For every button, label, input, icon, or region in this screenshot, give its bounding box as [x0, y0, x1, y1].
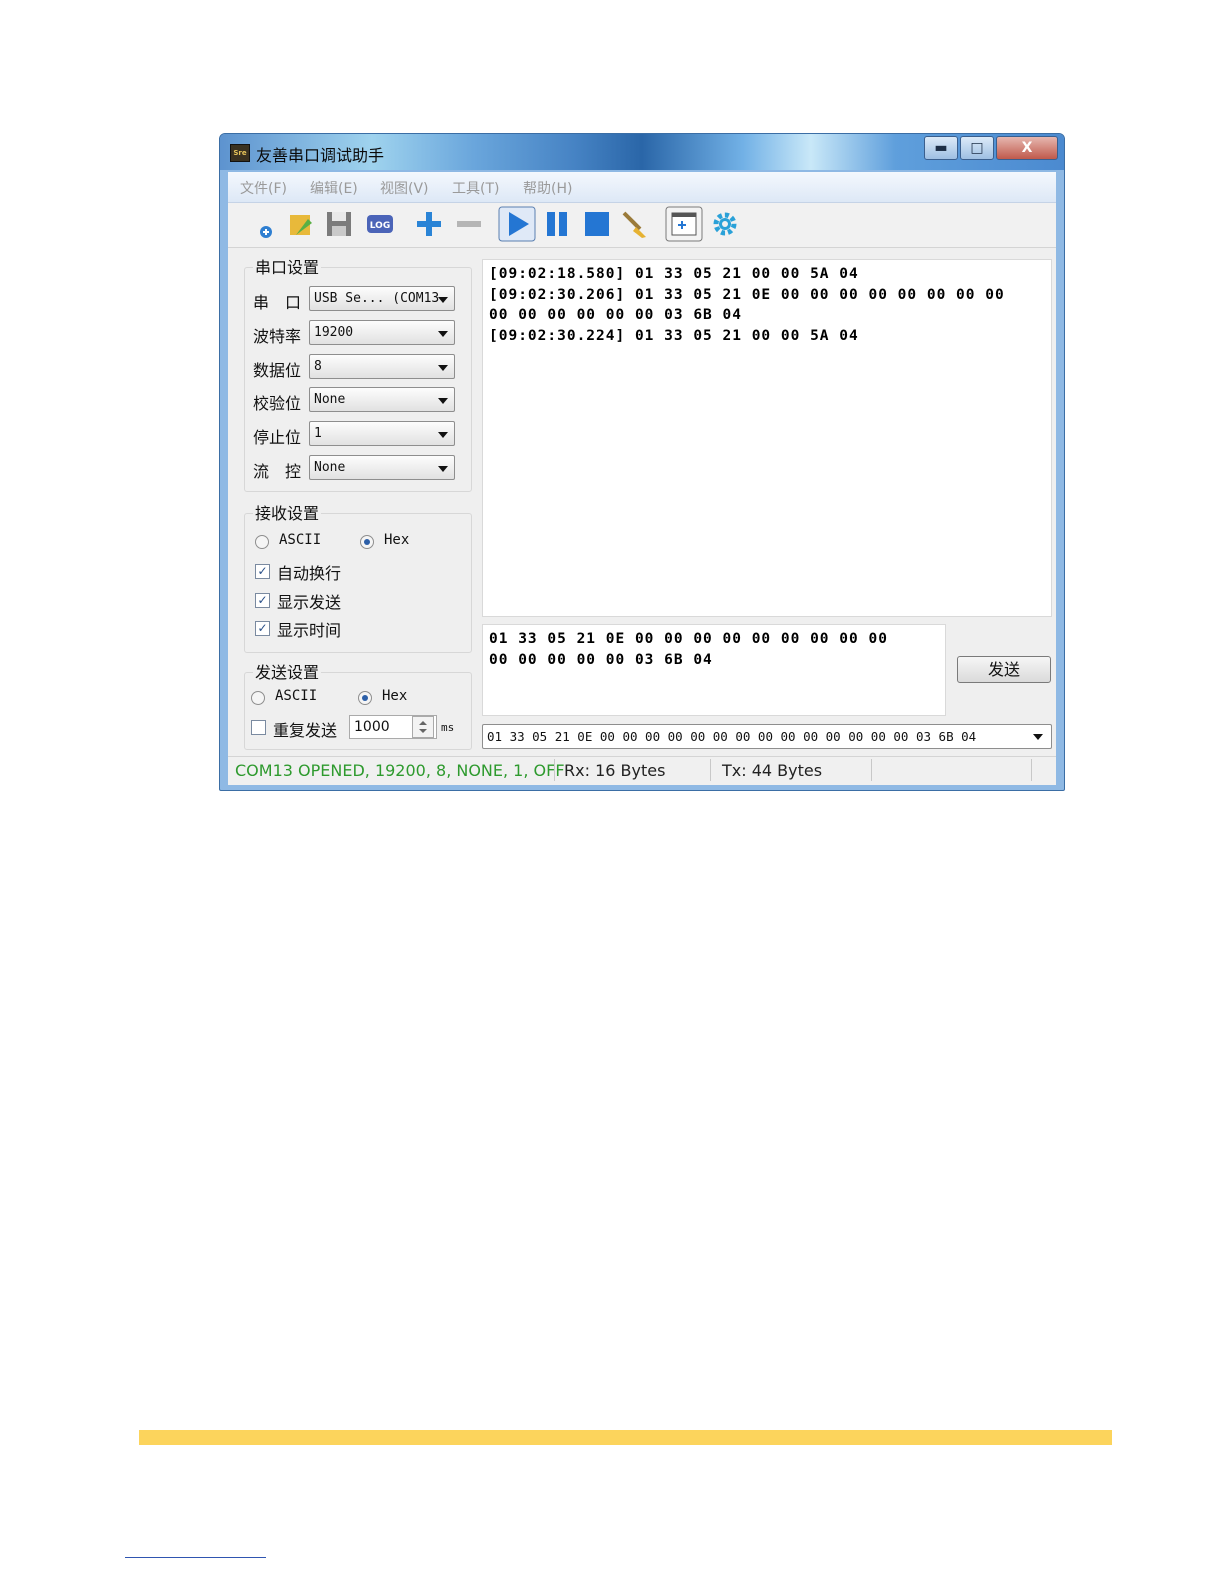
send-settings-group: 发送设置 ASCII Hex 重复发送 1000 ms — [244, 659, 472, 750]
clear-broom-icon[interactable] — [620, 209, 650, 239]
send-hex-radio[interactable] — [358, 691, 372, 705]
data-bits-label: 数据位 — [253, 361, 302, 380]
status-divider — [871, 759, 872, 781]
receive-settings-title: 接收设置 — [253, 500, 322, 524]
stop-bits-select[interactable]: 1 — [309, 421, 455, 446]
chevron-down-icon — [438, 432, 448, 438]
app-icon: Sre — [230, 144, 250, 162]
rx-count: Rx: 16 Bytes — [564, 761, 666, 780]
menu-file[interactable]: 文件(F) — [240, 178, 287, 198]
chevron-down-icon — [438, 466, 448, 472]
title-bar[interactable]: Sre 友善串口调试助手 ▬ □ X — [220, 134, 1064, 170]
main-area: 串口设置 串 口 USB Se... (COM13 波特率 19200 数据位 … — [228, 248, 1056, 756]
send-ascii-radio[interactable] — [251, 691, 265, 705]
send-textarea[interactable]: 01 33 05 21 0E 00 00 00 00 00 00 00 00 0… — [482, 624, 946, 716]
page-divider — [139, 1430, 1112, 1445]
receive-ascii-radio[interactable] — [255, 535, 269, 549]
repeat-send-checkbox[interactable] — [251, 720, 266, 735]
receive-line: 00 00 00 00 00 00 03 6B 04 — [489, 307, 742, 323]
port-label: 串 口 — [253, 293, 302, 312]
minimize-button[interactable]: ▬ — [924, 136, 958, 160]
flow-control-select[interactable]: None — [309, 455, 455, 480]
chevron-down-icon — [438, 331, 448, 337]
baud-rate-select[interactable]: 19200 — [309, 320, 455, 345]
receive-ascii-label: ASCII — [279, 532, 322, 548]
chevron-down-icon — [438, 398, 448, 404]
auto-wrap-checkbox[interactable]: ✓ — [255, 564, 270, 579]
show-send-checkbox[interactable]: ✓ — [255, 593, 270, 608]
interval-spinner[interactable] — [412, 716, 434, 738]
tx-count: Tx: 44 Bytes — [722, 761, 823, 780]
receive-hex-radio[interactable] — [360, 535, 374, 549]
repeat-interval-input[interactable]: 1000 — [349, 715, 437, 739]
status-divider — [554, 759, 555, 781]
serial-settings-group: 串口设置 串 口 USB Se... (COM13 波特率 19200 数据位 … — [244, 254, 472, 492]
data-bits-select[interactable]: 8 — [309, 354, 455, 379]
send-button[interactable]: 发送 — [957, 656, 1051, 683]
pause-icon[interactable] — [542, 209, 572, 239]
receive-settings-group: 接收设置 ASCII Hex ✓ 自动换行 ✓ 显示发送 ✓ 显示时间 — [244, 500, 472, 653]
send-ascii-label: ASCII — [275, 688, 318, 704]
port-select[interactable]: USB Se... (COM13 — [309, 286, 455, 311]
start-icon[interactable] — [498, 206, 536, 242]
serial-settings-title: 串口设置 — [253, 254, 322, 278]
status-bar: COM13 OPENED, 19200, 8, NONE, 1, OFF Rx:… — [228, 756, 1056, 785]
menu-help[interactable]: 帮助(H) — [523, 178, 572, 198]
footnote-rule — [125, 1557, 266, 1558]
receive-textarea[interactable]: [09:02:18.580] 01 33 05 21 00 00 5A 04 [… — [482, 259, 1052, 617]
flow-control-label: 流 控 — [253, 462, 302, 481]
menu-edit[interactable]: 编辑(E) — [310, 178, 358, 198]
receive-line: [09:02:30.206] 01 33 05 21 0E 00 00 00 0… — [489, 287, 1005, 303]
send-history-select[interactable]: 01 33 05 21 0E 00 00 00 00 00 00 00 00 0… — [482, 724, 1052, 749]
interval-unit: ms — [441, 721, 455, 734]
new-connection-icon[interactable] — [250, 209, 280, 239]
show-time-checkbox[interactable]: ✓ — [255, 621, 270, 636]
receive-line: [09:02:18.580] 01 33 05 21 00 00 5A 04 — [489, 266, 859, 282]
chevron-down-icon — [438, 297, 448, 303]
menu-tools[interactable]: 工具(T) — [452, 178, 499, 198]
chevron-down-icon — [1033, 734, 1043, 740]
show-send-label: 显示发送 — [277, 593, 342, 612]
send-settings-title: 发送设置 — [253, 659, 322, 683]
status-divider — [1031, 759, 1032, 781]
menu-view[interactable]: 视图(V) — [380, 178, 429, 198]
chevron-down-icon — [438, 365, 448, 371]
stop-bits-label: 停止位 — [253, 428, 302, 447]
app-window: Sre 友善串口调试助手 ▬ □ X 文件(F) 编辑(E) 视图(V) 工具(… — [219, 133, 1065, 791]
parity-label: 校验位 — [253, 394, 302, 413]
receive-hex-label: Hex — [384, 532, 410, 548]
save-icon[interactable] — [324, 209, 354, 239]
spinner-arrows-icon — [419, 721, 427, 733]
port-status: COM13 OPENED, 19200, 8, NONE, 1, OFF — [235, 761, 565, 780]
show-time-label: 显示时间 — [277, 621, 342, 640]
maximize-button[interactable]: □ — [960, 136, 994, 160]
menu-bar: 文件(F) 编辑(E) 视图(V) 工具(T) 帮助(H) — [228, 172, 1056, 203]
stop-icon[interactable] — [582, 209, 612, 239]
close-button[interactable]: X — [996, 136, 1058, 160]
window-title: 友善串口调试助手 — [256, 146, 385, 165]
status-divider — [710, 759, 711, 781]
toolbar: LOG — [228, 203, 1056, 248]
send-hex-label: Hex — [382, 688, 408, 704]
auto-wrap-label: 自动换行 — [277, 564, 342, 583]
add-icon[interactable] — [414, 209, 444, 239]
send-line: 00 00 00 00 00 03 6B 04 — [489, 652, 713, 668]
settings-gear-icon[interactable] — [710, 209, 740, 239]
receive-line: [09:02:30.224] 01 33 05 21 00 00 5A 04 — [489, 328, 859, 344]
send-line: 01 33 05 21 0E 00 00 00 00 00 00 00 00 0… — [489, 631, 888, 647]
baud-rate-label: 波特率 — [253, 327, 302, 346]
log-icon-label: LOG — [370, 221, 390, 231]
remove-icon[interactable] — [454, 209, 484, 239]
repeat-send-label: 重复发送 — [273, 721, 338, 740]
new-window-icon[interactable] — [665, 206, 703, 242]
parity-select[interactable]: None — [309, 387, 455, 412]
open-folder-icon[interactable] — [286, 209, 316, 239]
log-icon[interactable]: LOG — [365, 209, 395, 239]
